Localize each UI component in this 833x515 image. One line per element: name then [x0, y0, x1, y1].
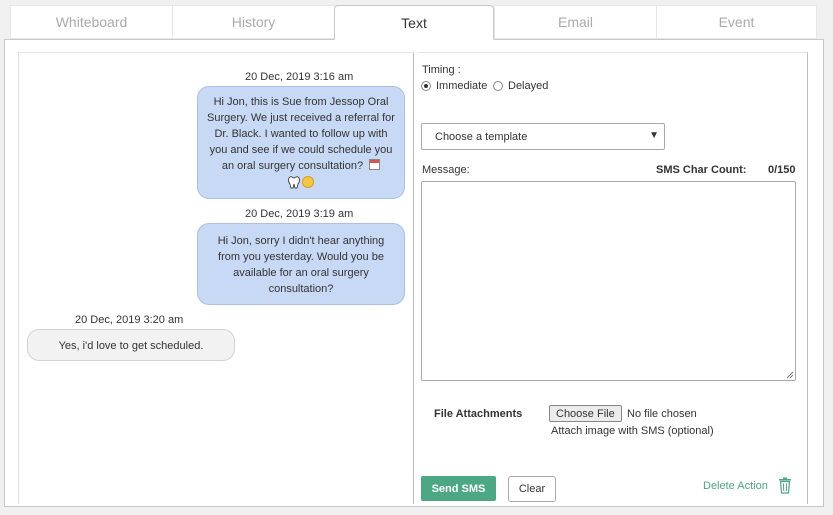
delete-action-link[interactable]: Delete Action: [703, 480, 768, 492]
outgoing-message: Hi Jon, this is Sue from Jessop Oral Sur…: [197, 86, 405, 199]
message-text: Hi Jon, sorry I didn't hear anything fro…: [217, 235, 385, 295]
incoming-message: Yes, i'd love to get scheduled.: [27, 329, 235, 361]
message-timestamp: 20 Dec, 2019 3:19 am: [245, 208, 354, 220]
timing-immediate-radio[interactable]: Immediate: [421, 80, 487, 92]
radio-label: Delayed: [508, 80, 549, 92]
tab-bar: Whiteboard History Text Email Event: [10, 5, 817, 40]
tab-email[interactable]: Email: [494, 5, 656, 39]
message-timestamp: 20 Dec, 2019 3:20 am: [75, 314, 184, 326]
tooth-icon: [288, 175, 300, 189]
timing-label: Timing :: [422, 64, 461, 76]
char-count-value: 0/150: [768, 164, 796, 176]
choose-file-button[interactable]: Choose File: [549, 405, 622, 422]
char-count-label: SMS Char Count:: [656, 164, 747, 176]
tab-whiteboard[interactable]: Whiteboard: [10, 5, 172, 39]
trash-icon[interactable]: [778, 477, 792, 494]
sms-form: Timing : Immediate Delayed Choose a temp…: [418, 52, 808, 504]
radio-label: Immediate: [436, 80, 488, 92]
clear-button[interactable]: Clear: [508, 476, 556, 502]
message-label: Message:: [422, 164, 470, 176]
message-text: Hi Jon, this is Sue from Jessop Oral Sur…: [207, 96, 395, 172]
timing-delayed-radio[interactable]: Delayed: [493, 80, 548, 92]
text-panel: 20 Dec, 2019 3:16 am Hi Jon, this is Sue…: [4, 39, 824, 507]
outgoing-message: Hi Jon, sorry I didn't hear anything fro…: [197, 223, 405, 305]
radio-button[interactable]: [421, 81, 431, 91]
conversation-pane: 20 Dec, 2019 3:16 am Hi Jon, this is Sue…: [18, 52, 414, 504]
attach-hint: Attach image with SMS (optional): [551, 425, 714, 437]
resize-handle-icon[interactable]: [786, 371, 794, 379]
caret-down-icon: ▼: [649, 130, 659, 141]
radio-button[interactable]: [493, 81, 503, 91]
message-timestamp: 20 Dec, 2019 3:16 am: [245, 71, 354, 83]
calendar-icon: [369, 159, 381, 170]
file-attachments-label: File Attachments: [434, 408, 523, 420]
smile-icon: [302, 176, 314, 189]
tab-text[interactable]: Text: [334, 5, 494, 40]
send-sms-button[interactable]: Send SMS: [421, 476, 496, 501]
tab-history[interactable]: History: [172, 5, 334, 39]
tab-event[interactable]: Event: [656, 5, 817, 39]
no-file-text: No file chosen: [627, 408, 697, 420]
template-select-value: Choose a template: [435, 130, 528, 143]
message-textarea[interactable]: [421, 181, 796, 381]
template-select[interactable]: Choose a template ▼: [421, 123, 665, 150]
message-text: Yes, i'd love to get scheduled.: [58, 340, 204, 352]
emoji-row: [288, 175, 314, 189]
